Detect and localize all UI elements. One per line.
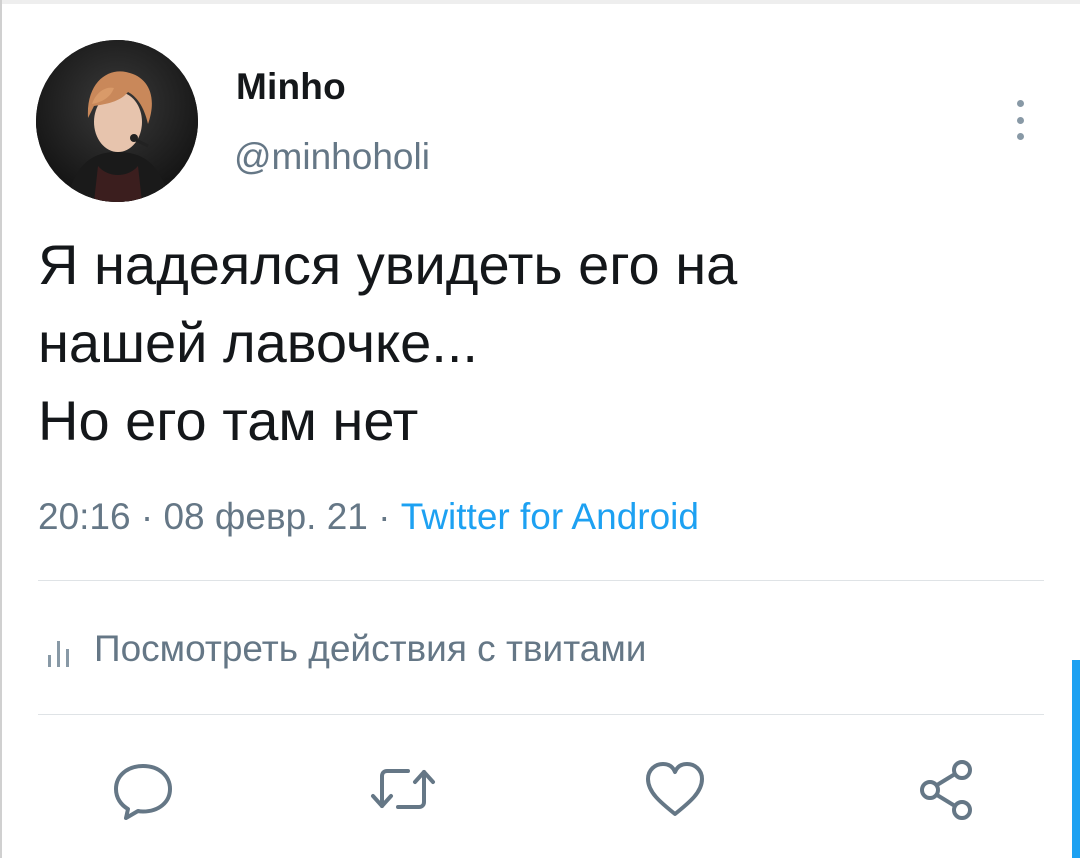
tweet-time: 20:16 <box>38 496 131 537</box>
tweet-line: нашей лавочке... <box>38 311 478 374</box>
tweet-date: 08 февр. 21 <box>163 496 368 537</box>
more-dot <box>1016 133 1024 140</box>
meta-separator: · <box>140 496 154 537</box>
share-icon <box>920 760 972 820</box>
avatar-image <box>36 40 198 202</box>
display-name[interactable]: Minho <box>236 66 346 108</box>
reply-button[interactable] <box>108 754 178 824</box>
like-button[interactable] <box>640 754 710 824</box>
divider <box>38 580 1044 581</box>
share-button[interactable] <box>912 754 982 824</box>
view-tweet-activity-button[interactable]: Посмотреть действия с твитами <box>40 628 646 670</box>
divider <box>38 714 1044 715</box>
meta-separator: · <box>378 496 391 537</box>
user-handle[interactable]: @minhoholi <box>234 136 430 178</box>
more-options-icon[interactable] <box>1008 100 1032 140</box>
view-tweet-activity-label: Посмотреть действия с твитами <box>94 628 647 669</box>
tweet-line: Но его там нет <box>38 389 419 452</box>
scroll-indicator[interactable] <box>1072 660 1080 858</box>
avatar[interactable] <box>36 40 198 202</box>
like-icon <box>646 762 704 816</box>
tweet-text: Я надеялся увидеть его на нашей лавочке.… <box>38 226 1038 460</box>
more-dot <box>1016 100 1024 107</box>
retweet-button[interactable] <box>368 754 438 824</box>
top-border <box>0 0 1080 4</box>
tweet-line: Я надеялся увидеть его на <box>38 233 738 296</box>
retweet-icon <box>371 769 435 809</box>
reply-icon <box>114 764 172 820</box>
left-border <box>0 0 2 858</box>
bar-chart-icon <box>48 641 69 667</box>
more-dot <box>1016 116 1024 124</box>
tweet-meta: 20:16 · 08 февр. 21 · Twitter for Androi… <box>38 496 699 538</box>
tweet-source-link[interactable]: Twitter for Android <box>401 496 699 537</box>
